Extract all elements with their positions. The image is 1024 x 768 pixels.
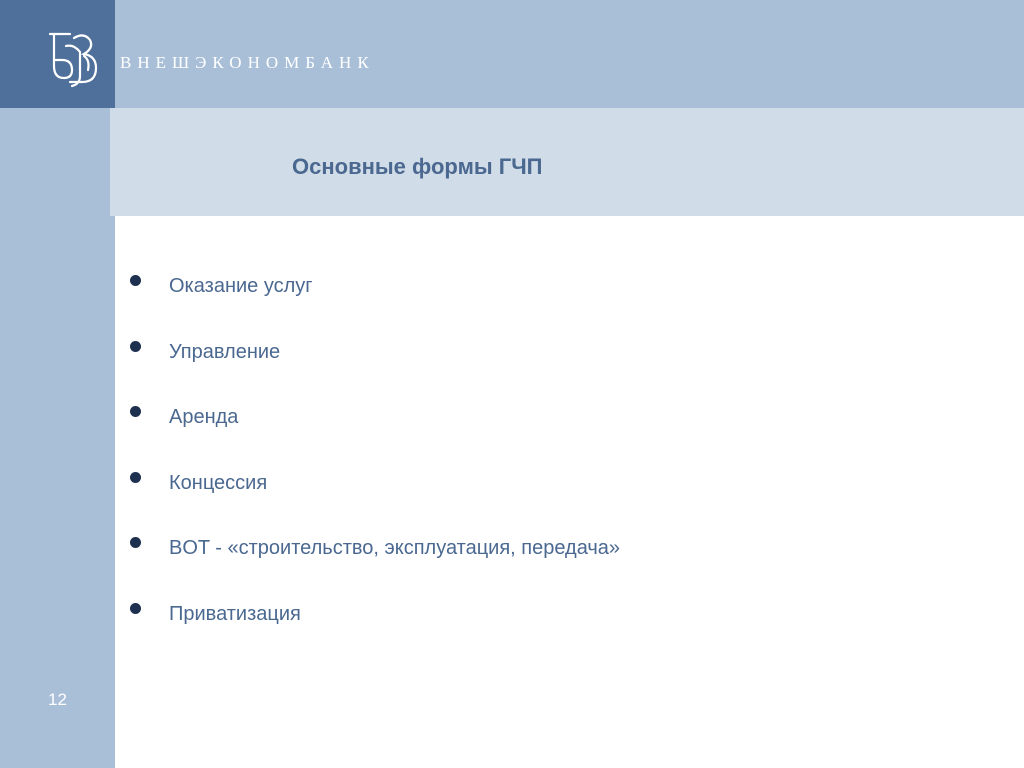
bullet-icon: [130, 275, 141, 286]
bullet-text: Оказание услуг: [169, 275, 313, 297]
left-sidebar-strip: [0, 0, 115, 768]
bullet-icon: [130, 340, 141, 352]
bullet-text: Управление: [169, 340, 281, 363]
logo-block: [0, 0, 115, 108]
bank-name: ВНЕШЭКОНОМБАНК: [120, 53, 375, 72]
bullet-text: Приватизация: [169, 602, 301, 625]
bullet-icon: [130, 537, 141, 549]
bullet-icon: [130, 406, 141, 418]
bullet-text: Аренда: [169, 406, 239, 429]
slide-title: Основные формы ГЧП: [292, 154, 543, 179]
bank-monogram-logo: [48, 32, 98, 88]
bullet-text: Концессия: [169, 471, 268, 494]
page-number: 12: [48, 690, 67, 709]
bullet-icon: [130, 602, 141, 614]
title-band: [110, 108, 1024, 216]
bullet-icon: [130, 471, 141, 483]
bullet-text: BOT - «строительство, эксплуатация, пере…: [169, 537, 621, 560]
